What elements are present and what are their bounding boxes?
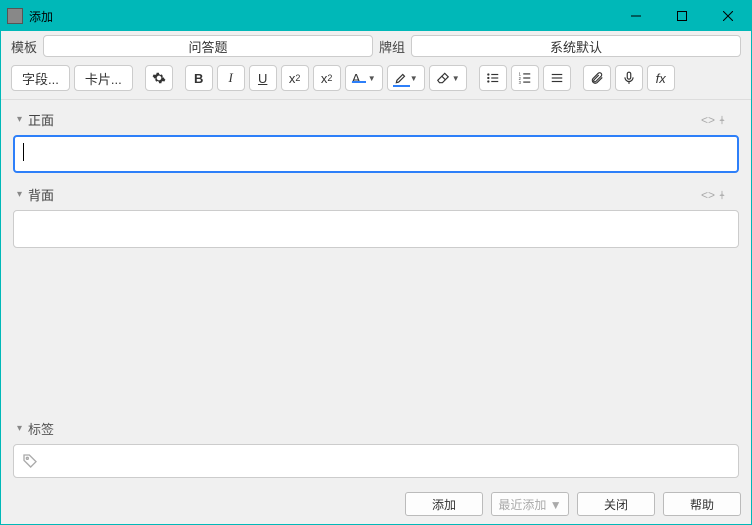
record-audio-button[interactable] bbox=[615, 65, 643, 91]
chevron-down-icon: ▾ bbox=[17, 114, 22, 125]
editor-toolbar: 字段... 卡片... B I U x2 x2 A ▼ ▼ ▼ 123 fx bbox=[1, 61, 751, 100]
eraser-button[interactable]: ▼ bbox=[429, 65, 467, 91]
field-back-label: 背面 bbox=[28, 185, 699, 204]
close-dialog-label: 关闭 bbox=[604, 496, 628, 513]
highlighter-icon bbox=[394, 71, 408, 85]
settings-button[interactable] bbox=[145, 65, 173, 91]
attachment-button[interactable] bbox=[583, 65, 611, 91]
eraser-icon bbox=[436, 71, 450, 85]
minimize-button[interactable] bbox=[613, 1, 659, 31]
list-ol-icon: 123 bbox=[518, 71, 532, 85]
fields-button[interactable]: 字段... bbox=[11, 65, 70, 91]
titlebar: 添加 bbox=[1, 1, 751, 31]
microphone-icon bbox=[622, 71, 636, 85]
help-button[interactable]: 帮助 bbox=[663, 492, 741, 516]
underline-button[interactable]: U bbox=[249, 65, 277, 91]
deck-selector[interactable]: 系统默认 bbox=[411, 35, 741, 57]
html-toggle-icon[interactable]: <> bbox=[699, 113, 717, 127]
field-front: ▾ 正面 <> bbox=[13, 108, 739, 173]
field-front-header[interactable]: ▾ 正面 <> bbox=[13, 108, 739, 131]
pin-icon[interactable] bbox=[717, 189, 735, 201]
add-button[interactable]: 添加 bbox=[405, 492, 483, 516]
ordered-list-button[interactable]: 123 bbox=[511, 65, 539, 91]
cards-button[interactable]: 卡片... bbox=[74, 65, 133, 91]
close-dialog-button[interactable]: 关闭 bbox=[577, 492, 655, 516]
svg-text:3: 3 bbox=[518, 80, 521, 85]
list-ul-icon bbox=[486, 71, 500, 85]
chevron-down-icon: ▾ bbox=[17, 423, 22, 434]
tags-label: 标签 bbox=[28, 419, 54, 438]
chevron-down-icon: ▾ bbox=[17, 189, 22, 200]
field-front-input[interactable] bbox=[13, 135, 739, 173]
superscript-button[interactable]: x2 bbox=[281, 65, 309, 91]
history-button-label: 最近添加 ▼ bbox=[498, 496, 561, 513]
tags-section: ▾ 标签 bbox=[1, 417, 751, 486]
paperclip-icon bbox=[590, 71, 604, 85]
deck-value: 系统默认 bbox=[550, 37, 602, 56]
cards-button-label: 卡片... bbox=[85, 69, 122, 88]
template-value: 问答题 bbox=[189, 37, 228, 56]
html-toggle-icon[interactable]: <> bbox=[699, 188, 717, 202]
field-back: ▾ 背面 <> bbox=[13, 183, 739, 248]
window-title: 添加 bbox=[29, 8, 613, 25]
field-front-label: 正面 bbox=[28, 110, 699, 129]
fields-area: ▾ 正面 <> ▾ 背面 <> bbox=[1, 100, 751, 417]
subscript-button[interactable]: x2 bbox=[313, 65, 341, 91]
align-icon bbox=[550, 71, 564, 85]
tags-input[interactable] bbox=[13, 444, 739, 478]
highlight-button[interactable]: ▼ bbox=[387, 65, 425, 91]
bold-button[interactable]: B bbox=[185, 65, 213, 91]
tags-header[interactable]: ▾ 标签 bbox=[13, 417, 739, 440]
chevron-down-icon: ▼ bbox=[368, 74, 376, 83]
app-icon bbox=[7, 8, 23, 24]
text-color-button[interactable]: A ▼ bbox=[345, 65, 383, 91]
template-selector[interactable]: 问答题 bbox=[43, 35, 373, 57]
close-button[interactable] bbox=[705, 1, 751, 31]
italic-button[interactable]: I bbox=[217, 65, 245, 91]
gear-icon bbox=[152, 71, 166, 85]
chevron-down-icon: ▼ bbox=[452, 74, 460, 83]
tag-icon bbox=[22, 453, 38, 469]
field-back-input[interactable] bbox=[13, 210, 739, 248]
top-selectors: 模板 问答题 牌组 系统默认 bbox=[1, 31, 751, 61]
deck-label: 牌组 bbox=[379, 37, 405, 56]
bottom-bar: 添加 最近添加 ▼ 关闭 帮助 bbox=[1, 486, 751, 524]
history-button[interactable]: 最近添加 ▼ bbox=[491, 492, 569, 516]
pin-icon[interactable] bbox=[717, 114, 735, 126]
help-button-label: 帮助 bbox=[690, 496, 714, 513]
maximize-button[interactable] bbox=[659, 1, 705, 31]
chevron-down-icon: ▼ bbox=[410, 74, 418, 83]
field-back-header[interactable]: ▾ 背面 <> bbox=[13, 183, 739, 206]
fields-button-label: 字段... bbox=[22, 69, 59, 88]
alignment-button[interactable] bbox=[543, 65, 571, 91]
fx-label: fx bbox=[656, 71, 666, 86]
unordered-list-button[interactable] bbox=[479, 65, 507, 91]
equation-button[interactable]: fx bbox=[647, 65, 675, 91]
add-button-label: 添加 bbox=[432, 496, 456, 513]
template-label: 模板 bbox=[11, 37, 37, 56]
